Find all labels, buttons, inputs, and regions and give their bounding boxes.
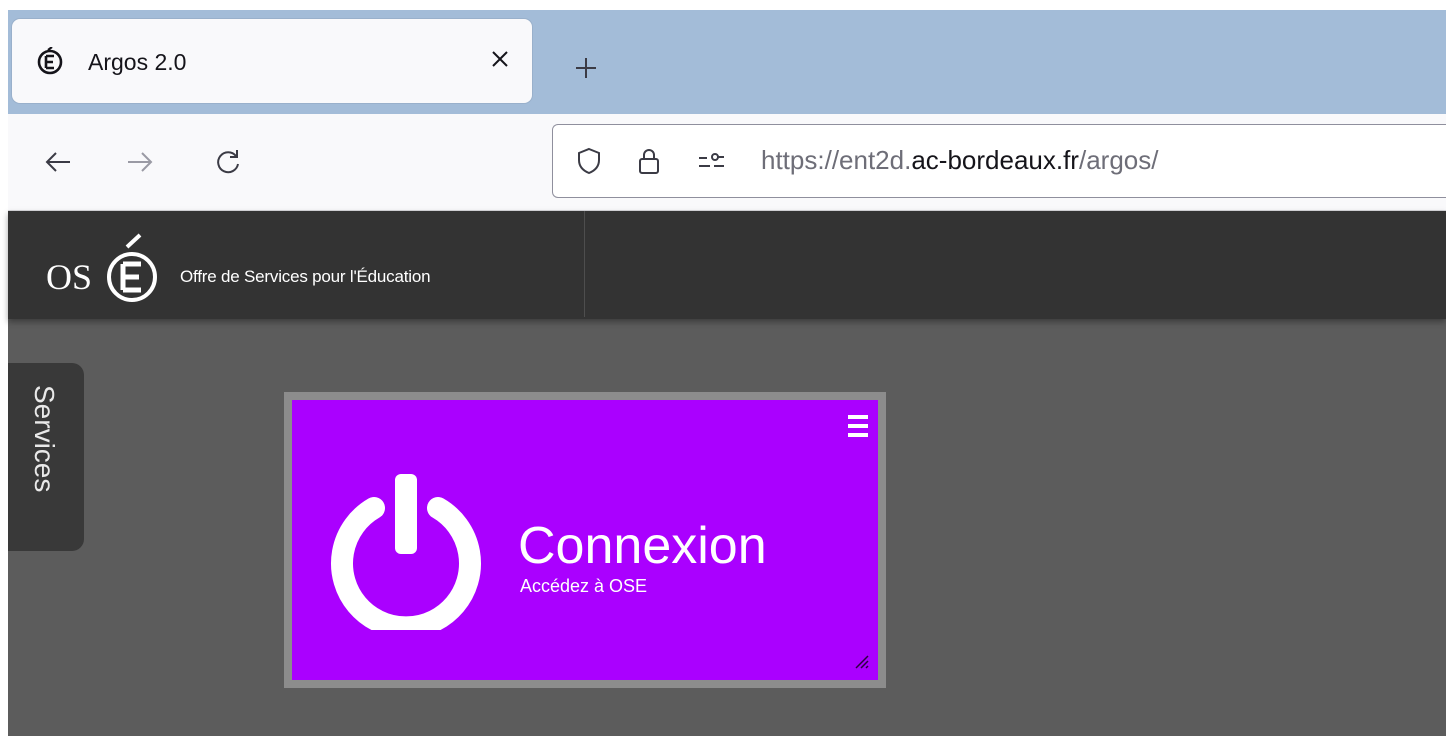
arrow-left-icon[interactable] [34, 138, 82, 186]
browser-tab-strip: Argos 2.0 [8, 10, 1446, 114]
tile-subtitle: Accédez à OSE [520, 576, 648, 596]
services-sidebar-tab[interactable]: Services [8, 363, 84, 551]
url-path: /argos/ [1078, 145, 1159, 175]
tile-title: Connexion [518, 517, 767, 575]
power-icon [331, 474, 481, 630]
arrow-right-icon[interactable] [116, 138, 164, 186]
lock-icon[interactable] [633, 145, 665, 177]
logo-text: OS [46, 257, 92, 297]
shield-icon[interactable] [573, 145, 605, 177]
hamburger-menu-icon[interactable] [846, 412, 870, 440]
plus-icon[interactable] [564, 46, 608, 90]
ose-e-icon [37, 47, 63, 75]
close-icon[interactable] [480, 39, 520, 79]
connexion-tile[interactable]: Connexion Accédez à OSE [292, 400, 878, 680]
url-text: https://ent2d.ac-bordeaux.fr/argos/ [761, 145, 1158, 176]
header-divider [584, 211, 585, 317]
services-label: Services [29, 385, 60, 493]
tile-frame: Connexion Accédez à OSE [284, 392, 886, 688]
url-bar[interactable]: https://ent2d.ac-bordeaux.fr/argos/ [552, 124, 1446, 198]
browser-tab-active[interactable]: Argos 2.0 [12, 19, 532, 103]
url-prefix: https://ent2d. [761, 145, 912, 175]
ose-header: OS Offre de Services pour l'Éducation [8, 211, 1446, 319]
browser-nav-bar: https://ent2d.ac-bordeaux.fr/argos/ [8, 114, 1446, 211]
reload-icon[interactable] [204, 138, 252, 186]
tab-title: Argos 2.0 [88, 49, 187, 75]
brand-tagline: Offre de Services pour l'Éducation [180, 267, 431, 286]
url-domain: ac-bordeaux.fr [911, 145, 1079, 175]
ose-logo[interactable]: OS [42, 221, 174, 305]
page-content: OS Offre de Services pour l'Éducation Se… [8, 211, 1446, 736]
resize-handle-icon[interactable] [848, 648, 870, 670]
permissions-icon[interactable] [695, 145, 727, 177]
